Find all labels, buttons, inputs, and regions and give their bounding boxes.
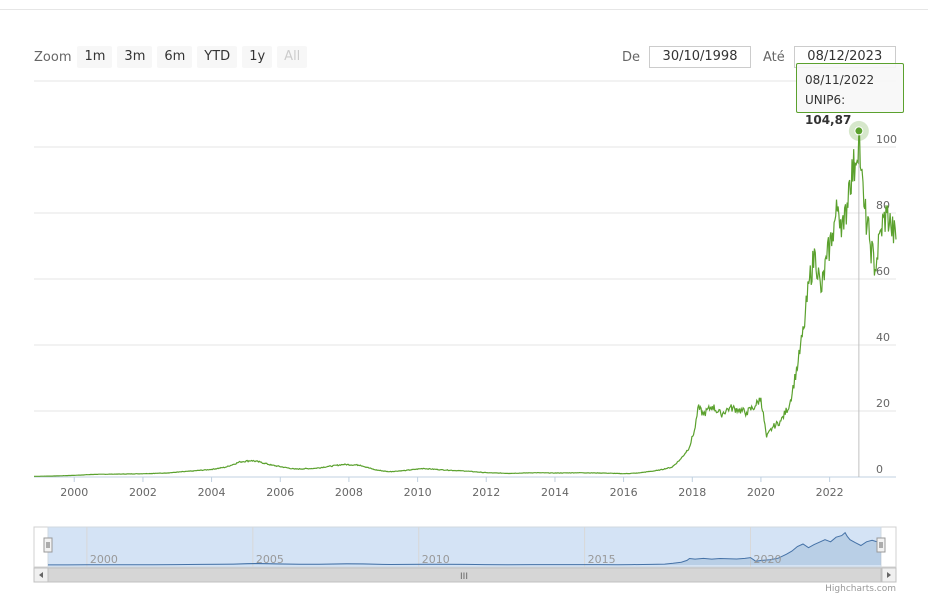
tooltip-value: 104,87: [805, 113, 852, 127]
navigator-label-2015: 2015: [588, 553, 616, 566]
scrollbar-grip: III: [460, 572, 468, 582]
y-tick-label-100: 100: [876, 133, 897, 146]
tooltip-series-name: UNIP6: [805, 93, 842, 107]
x-tick-label-2014: 2014: [541, 486, 569, 499]
credits-link[interactable]: Highcharts.com: [825, 584, 896, 594]
x-tick-label-2004: 2004: [198, 486, 226, 499]
x-tick-label-2022: 2022: [816, 486, 844, 499]
x-tick-label-2020: 2020: [747, 486, 775, 499]
y-tick-label-0: 0: [876, 463, 883, 476]
x-axis-labels: 2000 2002 2004 2006 2008 2010 2012 2014 2016 2018…: [60, 477, 844, 499]
y-axis-labels: 020406080100: [876, 133, 897, 476]
x-tick-label-2002: 2002: [129, 486, 157, 499]
navigator-label-2010: 2010: [422, 553, 450, 566]
navigator-label-2020: 2020: [753, 553, 781, 566]
y-tick-label-60: 60: [876, 265, 890, 278]
x-tick-label-2018: 2018: [678, 486, 706, 499]
x-tick-label-2006: 2006: [266, 486, 294, 499]
y-tick-label-20: 20: [876, 397, 890, 410]
navigator-handle-right[interactable]: [876, 537, 886, 553]
x-tick-label-2010: 2010: [404, 486, 432, 499]
point-tooltip: 08/11/2022 UNIP6: 104,87: [796, 63, 904, 127]
navigator-label-2000: 2000: [90, 553, 118, 566]
tooltip-date: 08/11/2022: [805, 73, 875, 87]
stock-chart: 020406080100 2000 2002 2004 2006 2008 2010 201…: [33, 80, 897, 594]
x-tick-label-2008: 2008: [335, 486, 363, 499]
tooltip-series-row: UNIP6: 104,87: [805, 90, 895, 130]
series-line-unip6: [34, 130, 897, 477]
x-tick-label-2000: 2000: [60, 486, 88, 499]
y-tick-label-40: 40: [876, 331, 890, 344]
y-grid-lines: [34, 80, 896, 412]
x-tick-label-2012: 2012: [472, 486, 500, 499]
tooltip-separator: :: [841, 93, 846, 107]
x-tick-label-2016: 2016: [610, 486, 638, 499]
navigator-handle-left[interactable]: [43, 537, 53, 553]
navigator-label-2005: 2005: [256, 553, 284, 566]
